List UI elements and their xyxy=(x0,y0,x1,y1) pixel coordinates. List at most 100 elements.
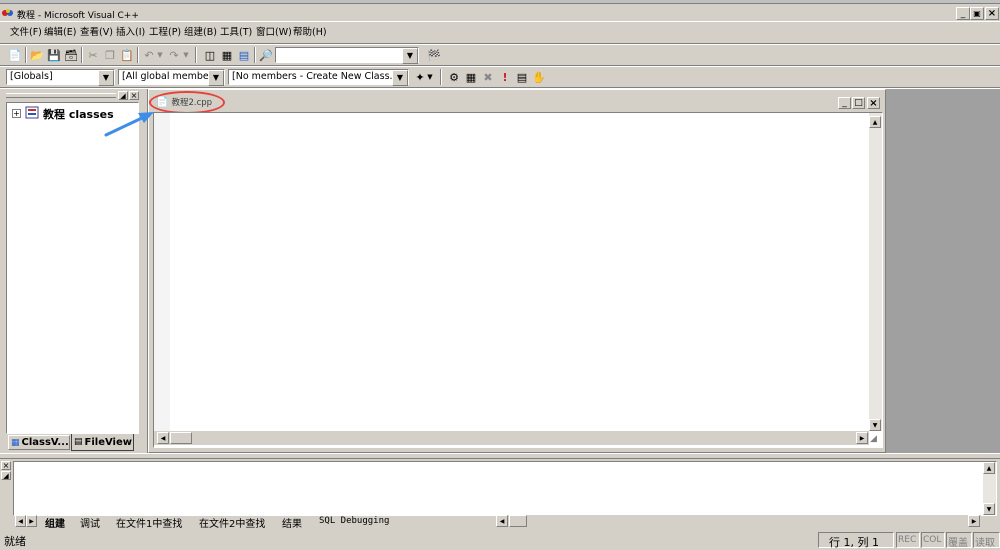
tab-classview[interactable]: ▦ ClassV... xyxy=(8,435,70,450)
scope-value: [Globals] xyxy=(10,71,53,82)
output-tab-debug[interactable]: 调试 xyxy=(80,515,100,530)
doc-maximize-button[interactable]: □ xyxy=(852,97,865,109)
execute-icon[interactable]: ! xyxy=(497,69,513,85)
menu-view[interactable]: 查看(V) xyxy=(80,24,113,42)
output-hscroll[interactable]: ◀ ▶ xyxy=(496,515,981,528)
stop-build-icon[interactable]: ✖ xyxy=(480,69,496,85)
workspace-restore-button[interactable]: ◢ xyxy=(118,91,128,100)
new-file-icon[interactable]: 📄 xyxy=(7,47,23,63)
chevron-down-icon[interactable]: ▼ xyxy=(208,70,224,86)
workspace-icon[interactable]: ◫ xyxy=(202,47,218,63)
build-icon[interactable]: ▦ xyxy=(463,69,479,85)
output-tab-find1[interactable]: 在文件1中查找 xyxy=(116,515,182,530)
menu-insert[interactable]: 插入(I) xyxy=(116,24,145,42)
window-title: 教程 - Microsoft Visual C++ xyxy=(17,11,139,21)
save-icon[interactable]: 💾 xyxy=(46,47,62,63)
tab-scroll-left-icon[interactable]: ◀ xyxy=(15,515,26,527)
output-tab-build[interactable]: 组建 xyxy=(45,515,65,530)
paste-icon[interactable]: 📋 xyxy=(119,47,135,63)
scroll-up-icon[interactable]: ▲ xyxy=(869,116,881,128)
horizontal-scrollbar[interactable]: ◀ ▶ xyxy=(154,431,869,445)
scroll-left-icon[interactable]: ◀ xyxy=(496,515,508,527)
workspace-pane: ◢ × + 教程 classes ▦ ClassV... ▤ FileView xyxy=(4,90,144,452)
chevron-down-icon[interactable]: ▼ xyxy=(402,48,418,64)
menu-window[interactable]: 窗口(W) xyxy=(256,24,292,42)
app-restore-button[interactable]: ▣ xyxy=(970,7,984,20)
wizard-dropdown-icon[interactable]: ▼ xyxy=(426,69,434,85)
filter-combo[interactable]: [All global members ▼ xyxy=(118,69,225,86)
menu-edit[interactable]: 编辑(E) xyxy=(44,24,76,42)
undo-icon[interactable]: ↶ xyxy=(141,47,157,63)
menu-help[interactable]: 帮助(H) xyxy=(293,24,327,42)
workspace-close-button[interactable]: × xyxy=(129,91,139,100)
tab-fileview[interactable]: ▤ FileView xyxy=(71,434,134,451)
redo-icon[interactable]: ↷ xyxy=(166,47,182,63)
window-list-icon[interactable]: ▤ xyxy=(236,47,252,63)
menu-tools[interactable]: 工具(T) xyxy=(220,24,252,42)
chevron-down-icon[interactable]: ▼ xyxy=(98,70,114,86)
annotation-arrow xyxy=(104,112,154,137)
classes-icon xyxy=(25,106,39,119)
go-icon[interactable]: ▤ xyxy=(514,69,530,85)
status-rec: REC xyxy=(898,535,917,545)
app-close-button[interactable]: × xyxy=(985,7,999,20)
menu-build[interactable]: 组建(B) xyxy=(184,24,217,42)
cut-icon[interactable]: ✂ xyxy=(85,47,101,63)
menu-project[interactable]: 工程(P) xyxy=(149,24,181,42)
scroll-down-icon[interactable]: ▼ xyxy=(869,419,881,431)
output-tab-results[interactable]: 结果 xyxy=(282,515,302,530)
breakpoint-icon[interactable]: ✋ xyxy=(531,69,547,85)
output-tab-find2[interactable]: 在文件2中查找 xyxy=(199,515,265,530)
find-in-files-icon[interactable]: 🔎 xyxy=(258,47,274,63)
compile-icon[interactable]: ⚙ xyxy=(446,69,462,85)
scroll-thumb[interactable] xyxy=(170,432,192,444)
scroll-right-icon[interactable]: ▶ xyxy=(856,432,868,444)
annotation-circle xyxy=(149,91,225,114)
tab-scroll-right-icon[interactable]: ▶ xyxy=(26,515,37,527)
output-text[interactable]: ▲ ▼ xyxy=(13,461,997,516)
output-pane: × ◢ ▲ ▼ ◀ ▶ 组建 调试 在文件1中查找 在文件2中查找 结果 SQL… xyxy=(0,459,1000,531)
workspace-grip[interactable] xyxy=(6,93,116,98)
code-editor[interactable] xyxy=(170,113,869,431)
undo-dropdown-icon[interactable]: ▼ xyxy=(156,47,164,63)
output-tab-sql[interactable]: SQL Debugging xyxy=(319,516,389,526)
status-position-pane: 行 1, 列 1 xyxy=(818,532,894,549)
tree-expand-icon[interactable]: + xyxy=(12,109,21,118)
selection-margin xyxy=(154,113,170,431)
status-bar: 就绪 行 1, 列 1 REC COL 覆盖 读取 xyxy=(0,532,1000,549)
find-combo[interactable]: ▼ xyxy=(275,47,419,64)
save-all-icon[interactable]: 🗃 xyxy=(63,47,79,63)
copy-icon[interactable]: ❐ xyxy=(102,47,118,63)
toolbar-divider xyxy=(0,65,1000,67)
scroll-up-icon[interactable]: ▲ xyxy=(983,462,995,474)
status-read-pane: 读取 xyxy=(973,532,1000,549)
scroll-left-icon[interactable]: ◀ xyxy=(157,432,169,444)
fileview-icon: ▤ xyxy=(74,437,83,447)
find-icon[interactable]: 🏁 xyxy=(426,47,442,63)
editor-frame: ▲ ▼ ◀ ▶ ◢ xyxy=(153,112,883,448)
size-grip-icon[interactable]: ◢ xyxy=(870,433,882,445)
output-vscroll[interactable]: ▲ ▼ xyxy=(983,462,996,515)
class-tree: + 教程 classes xyxy=(6,102,139,434)
menu-divider xyxy=(0,43,1000,45)
members-combo[interactable]: [No members - Create New Class... ▼ xyxy=(228,69,409,86)
redo-dropdown-icon[interactable]: ▼ xyxy=(182,47,190,63)
output-scroll-thumb[interactable] xyxy=(509,515,527,527)
scroll-right-icon[interactable]: ▶ xyxy=(968,515,980,527)
app-minimize-button[interactable]: _ xyxy=(956,7,970,20)
document-window: 📄 教程2.cpp _ □ × ▲ ▼ ◀ ▶ ◢ xyxy=(148,89,886,453)
scope-combo[interactable]: [Globals] ▼ xyxy=(6,69,115,86)
vertical-scrollbar[interactable]: ▲ ▼ xyxy=(869,113,882,431)
output-icon[interactable]: ▦ xyxy=(219,47,235,63)
title-bar: 教程 - Microsoft Visual C++ _ ▣ × xyxy=(0,0,1000,22)
doc-minimize-button[interactable]: _ xyxy=(838,97,851,109)
scroll-down-icon[interactable]: ▼ xyxy=(983,503,995,515)
status-ready: 就绪 xyxy=(4,535,26,548)
menu-file[interactable]: 文件(F) xyxy=(10,24,42,42)
workspace-tabs: ▦ ClassV... ▤ FileView xyxy=(6,434,139,452)
output-close-button[interactable]: × xyxy=(1,461,11,470)
chevron-down-icon[interactable]: ▼ xyxy=(392,70,408,86)
doc-close-button[interactable]: × xyxy=(867,97,880,109)
open-icon[interactable]: 📂 xyxy=(29,47,45,63)
output-restore-button[interactable]: ◢ xyxy=(1,471,11,480)
